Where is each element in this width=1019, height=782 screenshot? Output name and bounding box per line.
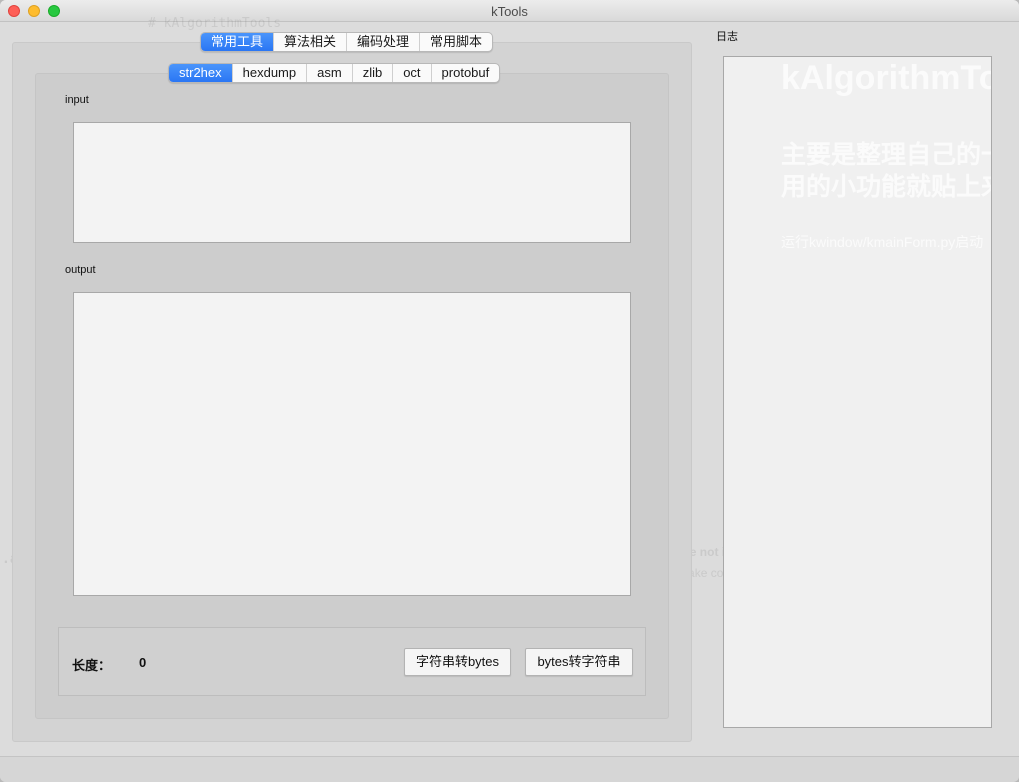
status-bar [0, 756, 1019, 782]
log-title: 日志 [716, 31, 738, 43]
input-textarea[interactable] [73, 122, 631, 243]
str-to-bytes-button[interactable]: 字符串转bytes [404, 648, 511, 676]
tab-asm[interactable]: asm [306, 64, 352, 82]
tab-common-tools[interactable]: 常用工具 [201, 33, 274, 51]
tab-oct[interactable]: oct [392, 64, 430, 82]
log-ghost-subheading-1: 主要是整理自己的一些 [781, 141, 991, 169]
length-label: 长度： [72, 658, 112, 673]
log-ghost-paragraph: 运行kwindow/kmainForm.py启动 [781, 234, 984, 250]
length-value: 0 [139, 655, 147, 670]
output-label: output [65, 264, 96, 276]
tab-algorithms[interactable]: 算法相关 [273, 33, 346, 51]
tab-scripts[interactable]: 常用脚本 [419, 33, 492, 51]
app-window: kTools # kAlgorithmTools ## 主要是整理自己的一些常用… [0, 0, 1019, 782]
tab-protobuf[interactable]: protobuf [430, 64, 500, 82]
tab-encoding[interactable]: 编码处理 [346, 33, 419, 51]
title-bar: kTools [0, 0, 1019, 22]
log-ghost-heading: kAlgorithmTools [781, 59, 991, 97]
tab-zlib[interactable]: zlib [351, 64, 393, 82]
log-ghost-subheading-2: 用的小功能就贴上来 [781, 173, 992, 201]
sub-tab-bar: str2hex hexdump asm zlib oct protobuf [168, 63, 501, 83]
top-tab-bar: 常用工具 算法相关 编码处理 常用脚本 [200, 32, 494, 52]
input-label: input [65, 94, 89, 106]
log-textarea[interactable]: kAlgorithmTools 主要是整理自己的一些 用的小功能就贴上来 运行k… [723, 56, 992, 728]
tab-str2hex[interactable]: str2hex [169, 64, 232, 82]
window-title: kTools [491, 4, 528, 19]
output-textarea[interactable] [73, 292, 631, 596]
tab-hexdump[interactable]: hexdump [231, 64, 306, 82]
bytes-to-str-button[interactable]: bytes转字符串 [525, 648, 633, 676]
